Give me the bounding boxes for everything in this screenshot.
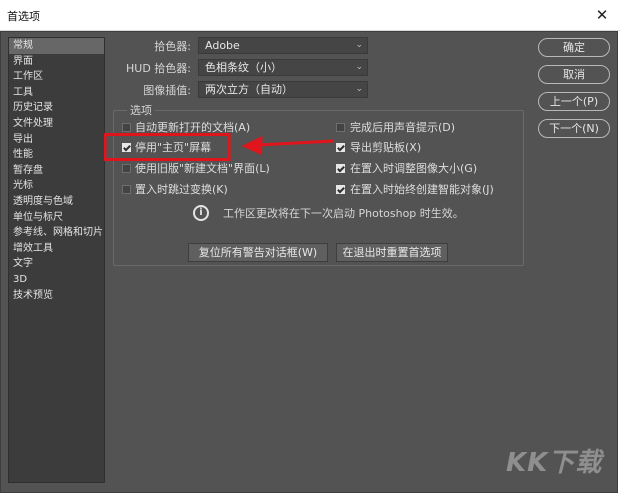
preferences-dialog: 常规 界面 工作区 工具 历史记录 文件处理 导出 性能 暂存盘 光标 透明度与…: [0, 31, 618, 493]
annotation-arrow: [242, 136, 335, 155]
close-icon[interactable]: ✕: [592, 5, 612, 25]
watermark-text: KK下载: [506, 448, 603, 478]
title-bar: 首选项 ✕: [0, 0, 620, 31]
window-title: 首选项: [7, 10, 40, 23]
